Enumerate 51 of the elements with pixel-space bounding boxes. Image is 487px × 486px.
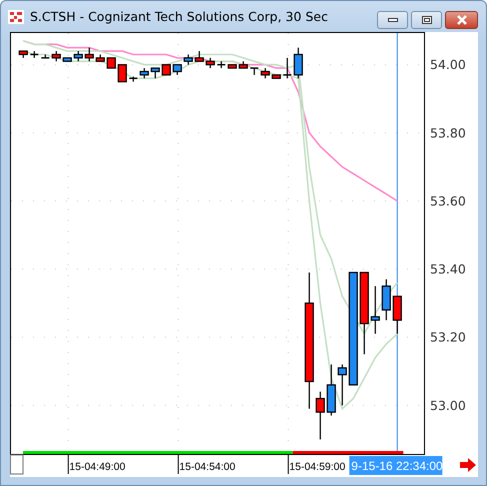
candlestick — [30, 51, 38, 58]
window-title: S.CTSH - Cognizant Tech Solutions Corp, 30 Sec — [30, 9, 329, 24]
candlestick — [382, 279, 391, 320]
candlestick — [150, 68, 160, 78]
candlestick — [217, 61, 226, 68]
scroll-right-arrow-icon[interactable] — [460, 458, 476, 472]
time-label: 15-04:49:00 — [69, 461, 126, 473]
candlestick — [238, 61, 248, 69]
candlestick — [118, 64, 127, 82]
candlestick — [316, 392, 325, 440]
candlestick — [52, 51, 61, 62]
price-label: 53.40 — [430, 262, 466, 277]
candlestick — [74, 51, 83, 62]
candlestick — [250, 67, 258, 75]
candlestick — [272, 74, 281, 79]
candlestick — [62, 57, 72, 62]
maximize-icon — [422, 16, 432, 24]
price-label: 53.60 — [430, 193, 466, 208]
candlestick — [84, 48, 94, 62]
price-label: 53.20 — [430, 330, 466, 345]
candlestick — [41, 54, 50, 59]
candlestick — [194, 51, 204, 62]
cursor-time-label: 9-15-16 22:34:00 — [349, 456, 443, 475]
minimize-icon — [388, 18, 398, 22]
candlestick — [206, 58, 215, 68]
time-label: 15-04:59:00 — [289, 461, 346, 473]
app-logo-icon — [8, 10, 24, 24]
candlestick — [162, 64, 171, 76]
time-label: 15-04:54:00 — [179, 461, 236, 473]
candlestick — [326, 364, 336, 416]
candlestick — [129, 76, 138, 82]
candlestick — [260, 68, 270, 78]
candlestick — [283, 58, 292, 78]
price-label: 53.80 — [430, 125, 466, 140]
price-label: 53.00 — [430, 398, 466, 413]
close-button[interactable] — [445, 11, 478, 29]
price-label: 54.00 — [430, 57, 466, 72]
candlestick — [392, 296, 402, 334]
candlestick — [18, 50, 28, 58]
candlestick — [338, 364, 347, 406]
maximize-button[interactable] — [411, 11, 442, 29]
candlestick — [172, 64, 182, 75]
close-icon — [456, 15, 468, 25]
candlestick — [96, 54, 105, 62]
candlestick — [106, 57, 116, 69]
candlestick — [140, 68, 149, 78]
minimize-button[interactable] — [377, 11, 408, 29]
candlestick — [228, 64, 237, 69]
candlestick — [370, 286, 380, 334]
candlestick — [184, 54, 193, 65]
candlestick — [294, 48, 303, 78]
